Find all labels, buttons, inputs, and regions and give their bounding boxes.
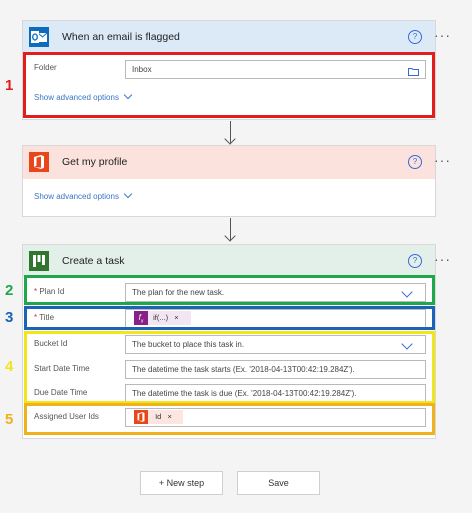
profile-title: Get my profile (62, 156, 128, 168)
new-step-button[interactable]: + New step (140, 471, 223, 495)
profile-card: Get my profile ? ··· (22, 145, 450, 217)
annotation-number-2: 2 (5, 282, 14, 299)
annotation-box-3 (24, 306, 435, 330)
more-options-icon[interactable]: ··· (434, 152, 451, 168)
annotation-number-3: 3 (5, 309, 14, 326)
task-card-header[interactable]: Create a task ? ··· (23, 245, 450, 278)
help-icon[interactable]: ? (408, 155, 422, 169)
trigger-title: When an email is flagged (62, 31, 180, 43)
more-options-icon[interactable]: ··· (434, 251, 451, 267)
annotation-number-5: 5 (5, 411, 14, 428)
save-button[interactable]: Save (237, 471, 320, 495)
annotation-box-1 (23, 52, 435, 118)
planner-icon (29, 251, 49, 271)
annotation-box-2 (24, 275, 435, 305)
annotation-box-5 (24, 403, 435, 435)
office-icon (29, 152, 49, 172)
outlook-icon (29, 27, 49, 47)
task-title: Create a task (62, 255, 125, 267)
chevron-down-icon (123, 189, 133, 199)
annotation-number-1: 1 (5, 77, 14, 94)
connector-arrow-icon (224, 133, 236, 145)
show-advanced-options-link[interactable]: Show advanced options (34, 189, 133, 201)
connector-arrow-icon (224, 230, 236, 242)
annotation-number-4: 4 (5, 358, 14, 375)
help-icon[interactable]: ? (408, 30, 422, 44)
more-options-icon[interactable]: ··· (434, 27, 451, 43)
help-icon[interactable]: ? (408, 254, 422, 268)
trigger-card-header[interactable]: When an email is flagged ? ··· (23, 21, 450, 54)
annotation-box-4 (24, 331, 435, 404)
show-advanced-options-label: Show advanced options (34, 192, 119, 201)
profile-card-header[interactable]: Get my profile ? ··· (23, 146, 450, 179)
